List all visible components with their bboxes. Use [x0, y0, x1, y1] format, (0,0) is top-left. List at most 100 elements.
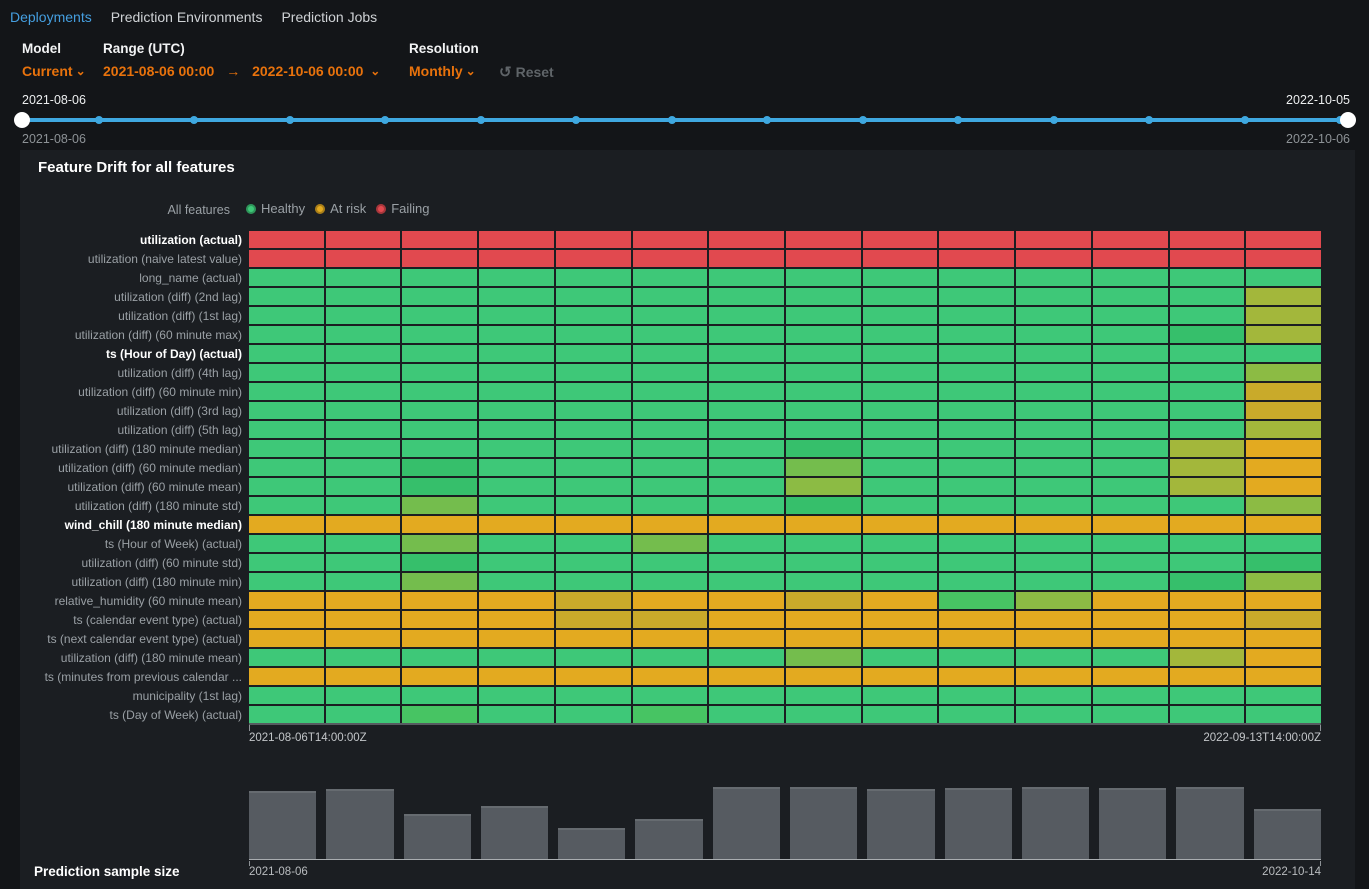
heatmap-cell[interactable] — [863, 288, 938, 305]
heatmap-cell[interactable] — [1016, 421, 1091, 438]
heatmap-cell[interactable] — [556, 364, 631, 381]
heatmap-cell[interactable] — [326, 326, 401, 343]
heatmap-cell[interactable] — [1170, 535, 1245, 552]
slider-dot[interactable] — [859, 116, 867, 124]
heatmap-cell[interactable] — [1246, 649, 1321, 666]
heatmap-cell[interactable] — [1016, 402, 1091, 419]
heatmap-cell[interactable] — [402, 288, 477, 305]
heatmap-cell[interactable] — [786, 364, 861, 381]
heatmap-cell[interactable] — [1093, 459, 1168, 476]
heatmap-cell[interactable] — [1170, 269, 1245, 286]
heatmap-cell[interactable] — [1093, 573, 1168, 590]
heatmap-cell[interactable] — [863, 402, 938, 419]
heatmap-cell[interactable] — [402, 269, 477, 286]
heatmap-cell[interactable] — [863, 554, 938, 571]
heatmap-cell[interactable] — [633, 383, 708, 400]
heatmap-cell[interactable] — [1093, 516, 1168, 533]
heatmap-cell[interactable] — [786, 231, 861, 248]
heatmap-cell[interactable] — [709, 288, 784, 305]
sample-size-bar[interactable] — [635, 819, 702, 860]
heatmap-cell[interactable] — [326, 478, 401, 495]
heatmap-cell[interactable] — [863, 592, 938, 609]
heatmap-cell[interactable] — [633, 706, 708, 723]
sample-size-bar[interactable] — [945, 788, 1012, 859]
heatmap-cell[interactable] — [1016, 592, 1091, 609]
heatmap-cell[interactable] — [939, 497, 1014, 514]
heatmap-cell[interactable] — [1016, 345, 1091, 362]
heatmap-cell[interactable] — [1093, 383, 1168, 400]
heatmap-cell[interactable] — [939, 649, 1014, 666]
heatmap-cell[interactable] — [249, 592, 324, 609]
slider-dot[interactable] — [572, 116, 580, 124]
heatmap-cell[interactable] — [326, 440, 401, 457]
heatmap-cell[interactable] — [1016, 649, 1091, 666]
heatmap-cell[interactable] — [249, 440, 324, 457]
heatmap-cell[interactable] — [1246, 459, 1321, 476]
heatmap-cell[interactable] — [479, 345, 554, 362]
heatmap-cell[interactable] — [249, 706, 324, 723]
heatmap-cell[interactable] — [249, 269, 324, 286]
sample-size-bar[interactable] — [558, 828, 625, 859]
heatmap-cell[interactable] — [709, 706, 784, 723]
heatmap-cell[interactable] — [1093, 497, 1168, 514]
slider-dot[interactable] — [1145, 116, 1153, 124]
heatmap-cell[interactable] — [556, 421, 631, 438]
heatmap-cell[interactable] — [709, 592, 784, 609]
heatmap-cell[interactable] — [939, 706, 1014, 723]
heatmap-cell[interactable] — [786, 402, 861, 419]
heatmap-cell[interactable] — [479, 269, 554, 286]
heatmap-cell[interactable] — [786, 421, 861, 438]
heatmap-cell[interactable] — [1170, 288, 1245, 305]
heatmap-cell[interactable] — [709, 231, 784, 248]
nav-item-prediction-environments[interactable]: Prediction Environments — [111, 9, 263, 25]
heatmap-cell[interactable] — [709, 497, 784, 514]
heatmap-cell[interactable] — [939, 250, 1014, 267]
heatmap-cell[interactable] — [1246, 250, 1321, 267]
heatmap-cell[interactable] — [556, 459, 631, 476]
heatmap-cell[interactable] — [633, 687, 708, 704]
heatmap-cell[interactable] — [939, 592, 1014, 609]
heatmap-cell[interactable] — [863, 440, 938, 457]
heatmap-cell[interactable] — [1246, 421, 1321, 438]
heatmap-cell[interactable] — [633, 326, 708, 343]
heatmap-cell[interactable] — [1246, 592, 1321, 609]
heatmap-cell[interactable] — [709, 326, 784, 343]
heatmap-cell[interactable] — [1093, 364, 1168, 381]
heatmap-cell[interactable] — [786, 383, 861, 400]
heatmap-cell[interactable] — [1246, 535, 1321, 552]
heatmap-cell[interactable] — [1170, 250, 1245, 267]
sample-size-bar[interactable] — [1022, 787, 1089, 859]
heatmap-cell[interactable] — [939, 383, 1014, 400]
slider-dot[interactable] — [95, 116, 103, 124]
heatmap-cell[interactable] — [939, 402, 1014, 419]
heatmap-cell[interactable] — [1093, 611, 1168, 628]
heatmap-cell[interactable] — [709, 687, 784, 704]
heatmap-cell[interactable] — [863, 307, 938, 324]
heatmap-cell[interactable] — [786, 440, 861, 457]
heatmap-cell[interactable] — [1170, 687, 1245, 704]
heatmap-cell[interactable] — [786, 269, 861, 286]
heatmap-cell[interactable] — [326, 592, 401, 609]
heatmap-cell[interactable] — [709, 402, 784, 419]
heatmap-cell[interactable] — [479, 288, 554, 305]
heatmap-cell[interactable] — [1093, 630, 1168, 647]
heatmap-cell[interactable] — [402, 364, 477, 381]
heatmap-cell[interactable] — [556, 402, 631, 419]
heatmap-cell[interactable] — [633, 573, 708, 590]
heatmap-cell[interactable] — [249, 421, 324, 438]
sample-size-bar[interactable] — [713, 787, 780, 859]
heatmap-cell[interactable] — [709, 478, 784, 495]
heatmap-cell[interactable] — [633, 497, 708, 514]
heatmap-cell[interactable] — [633, 611, 708, 628]
heatmap-cell[interactable] — [1246, 516, 1321, 533]
heatmap-cell[interactable] — [709, 364, 784, 381]
heatmap-cell[interactable] — [863, 421, 938, 438]
nav-item-deployments[interactable]: Deployments — [10, 9, 92, 25]
heatmap-cell[interactable] — [249, 630, 324, 647]
resolution-select[interactable]: Monthly⌄ — [409, 63, 476, 79]
heatmap-cell[interactable] — [402, 592, 477, 609]
heatmap-cell[interactable] — [1246, 326, 1321, 343]
heatmap-cell[interactable] — [1246, 668, 1321, 685]
heatmap-cell[interactable] — [863, 345, 938, 362]
heatmap-cell[interactable] — [249, 516, 324, 533]
